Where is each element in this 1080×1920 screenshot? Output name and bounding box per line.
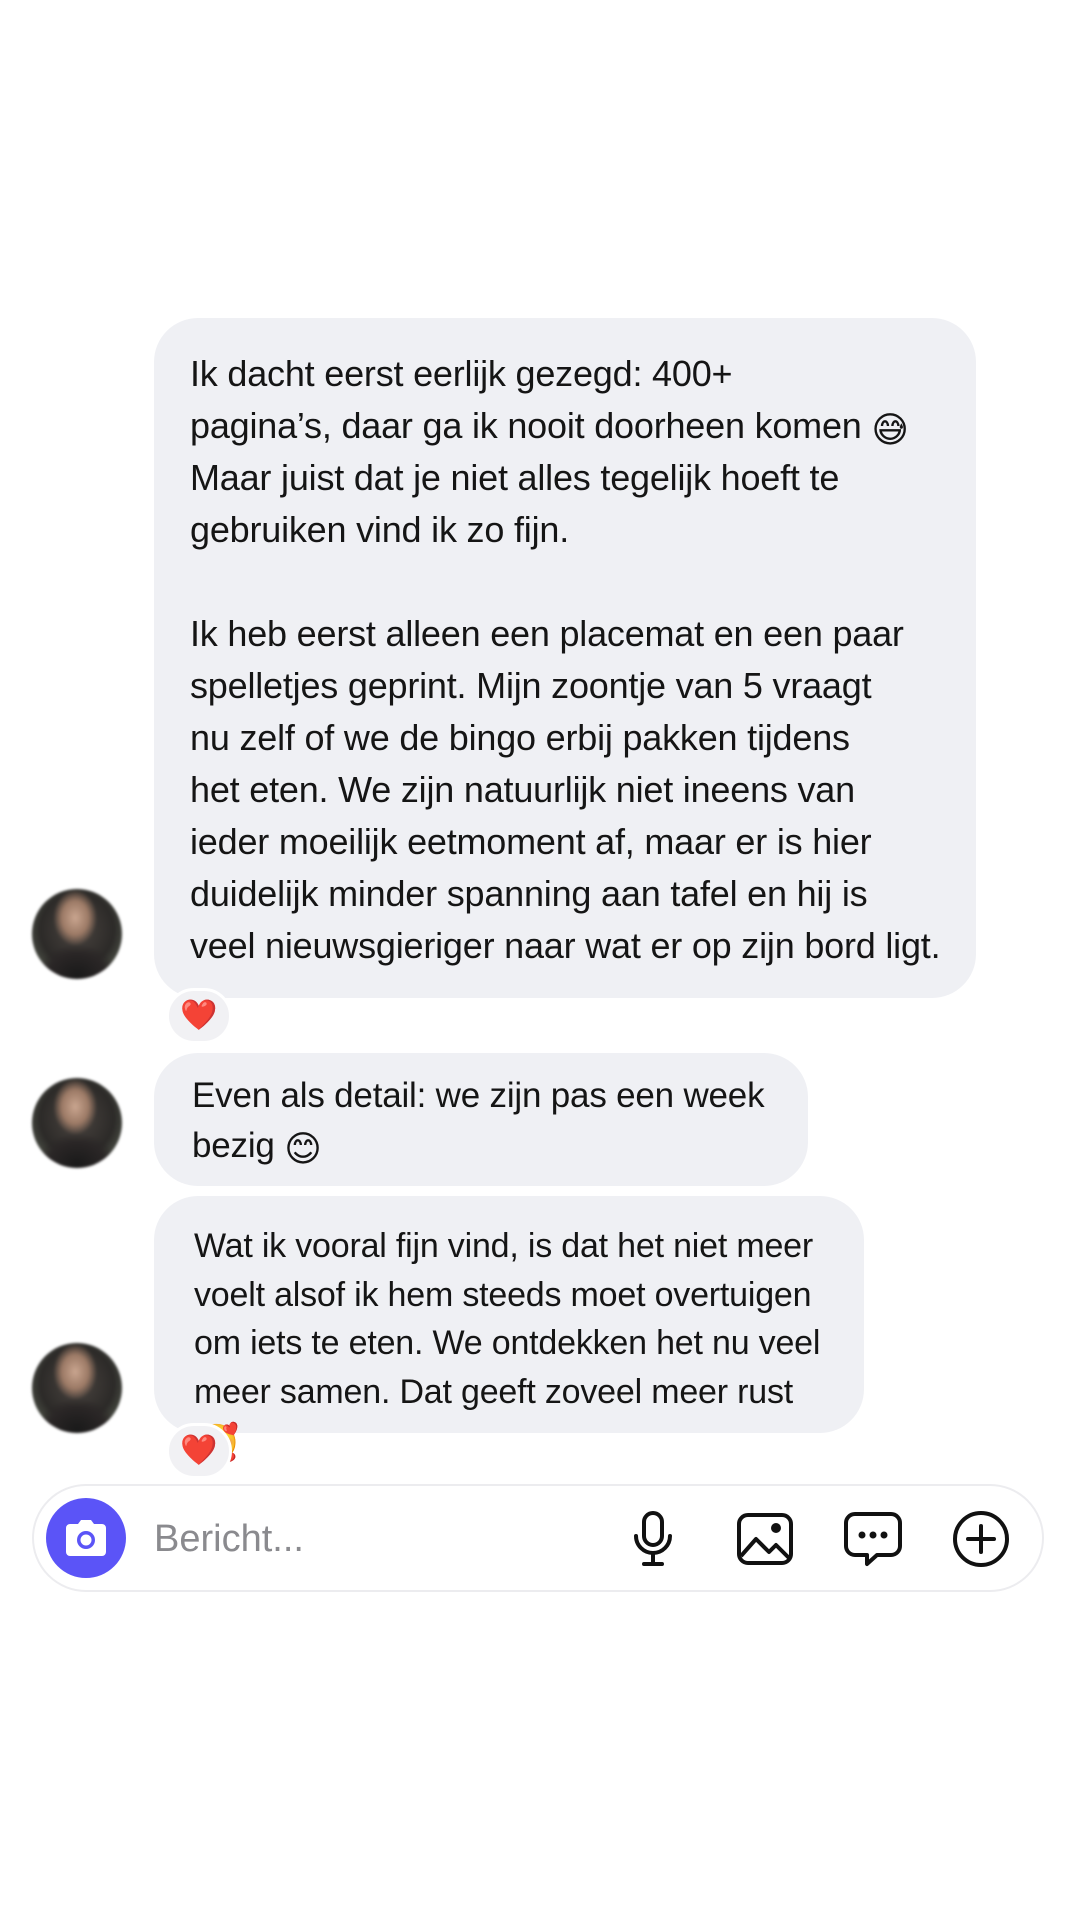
message-thread: Ik dacht eerst eerlijk gezegd: 400+ pagi… — [0, 0, 1080, 1920]
heart-icon: ❤️ — [180, 999, 218, 1032]
message-bubble[interactable]: Wat ik vooral fijn vind, is dat het niet… — [154, 1196, 864, 1461]
plus-circle-icon — [953, 1511, 1009, 1567]
chat-screen: Ik dacht eerst eerlijk gezegd: 400+ pagi… — [0, 0, 1080, 1920]
gallery-button[interactable] — [734, 1508, 796, 1570]
sender-avatar[interactable] — [32, 1343, 122, 1433]
message-text: Wat ik vooral fijn vind, is dat het niet… — [194, 1227, 821, 1411]
message-text-continued: Maar juist dat je niet alles tegelijk ho… — [190, 457, 941, 966]
message-composer — [32, 1484, 1044, 1592]
heart-reaction[interactable]: ❤️ — [166, 988, 232, 1044]
smiling-emoji: 😊 — [284, 1128, 322, 1169]
grinning-sweat-emoji: 😅 — [871, 409, 909, 450]
heart-icon: ❤️ — [180, 1434, 218, 1467]
message-bubble[interactable]: Ik dacht eerst eerlijk gezegd: 400+ pagi… — [154, 318, 976, 998]
microphone-icon — [634, 1511, 672, 1566]
message-input[interactable] — [154, 1510, 594, 1568]
camera-icon — [66, 1520, 106, 1556]
heart-reaction[interactable]: ❤️ — [166, 1423, 232, 1479]
chat-bubble-icon — [844, 1512, 902, 1566]
more-options-button[interactable] — [950, 1508, 1012, 1570]
camera-button[interactable] — [46, 1498, 126, 1578]
message-bubble[interactable]: Even als detail: we zijn pas een week be… — [154, 1053, 808, 1186]
image-icon — [737, 1513, 793, 1565]
message-text: Even als detail: we zijn pas een week be… — [192, 1076, 765, 1165]
voice-message-button[interactable] — [622, 1508, 684, 1570]
message-text: Ik dacht eerst eerlijk gezegd: 400+ pagi… — [190, 353, 862, 446]
sender-avatar[interactable] — [32, 1078, 122, 1168]
sticker-button[interactable] — [842, 1508, 904, 1570]
sender-avatar[interactable] — [32, 889, 122, 979]
